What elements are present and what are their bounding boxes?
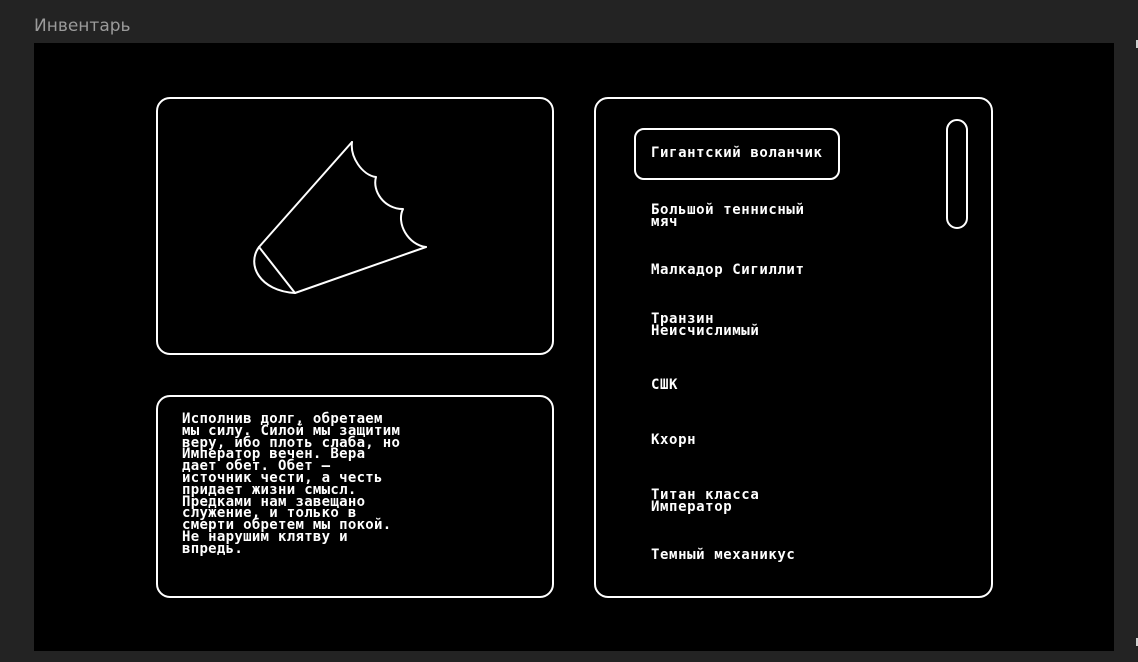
giant-shuttlecock-icon <box>253 141 427 294</box>
window-title: Инвентарь <box>34 16 131 36</box>
list-item-selected[interactable]: Гигантский воланчик <box>634 128 840 180</box>
list-item[interactable]: Малкадор Сигиллит <box>651 263 911 276</box>
item-description: Исполнив долг, обретаем мы силу. Силой м… <box>182 411 401 557</box>
list-item[interactable]: Большой теннисный мяч <box>651 203 911 229</box>
inventory-scrollbar[interactable] <box>946 119 968 229</box>
list-item[interactable]: Титан класса Император <box>651 488 911 514</box>
inventory-list-panel: Гигантский воланчик Большой теннисный мя… <box>594 97 993 598</box>
list-item[interactable]: Темный механикус <box>651 548 911 561</box>
item-preview-panel <box>156 97 554 355</box>
list-item[interactable]: Транзин Неисчислимый <box>651 312 911 338</box>
item-description-panel: Исполнив долг, обретаем мы силу. Силой м… <box>156 395 554 598</box>
list-item[interactable]: СШК <box>651 378 911 391</box>
list-item[interactable]: Кхорн <box>651 433 911 446</box>
game-screen: Исполнив долг, обретаем мы силу. Силой м… <box>34 43 1114 651</box>
